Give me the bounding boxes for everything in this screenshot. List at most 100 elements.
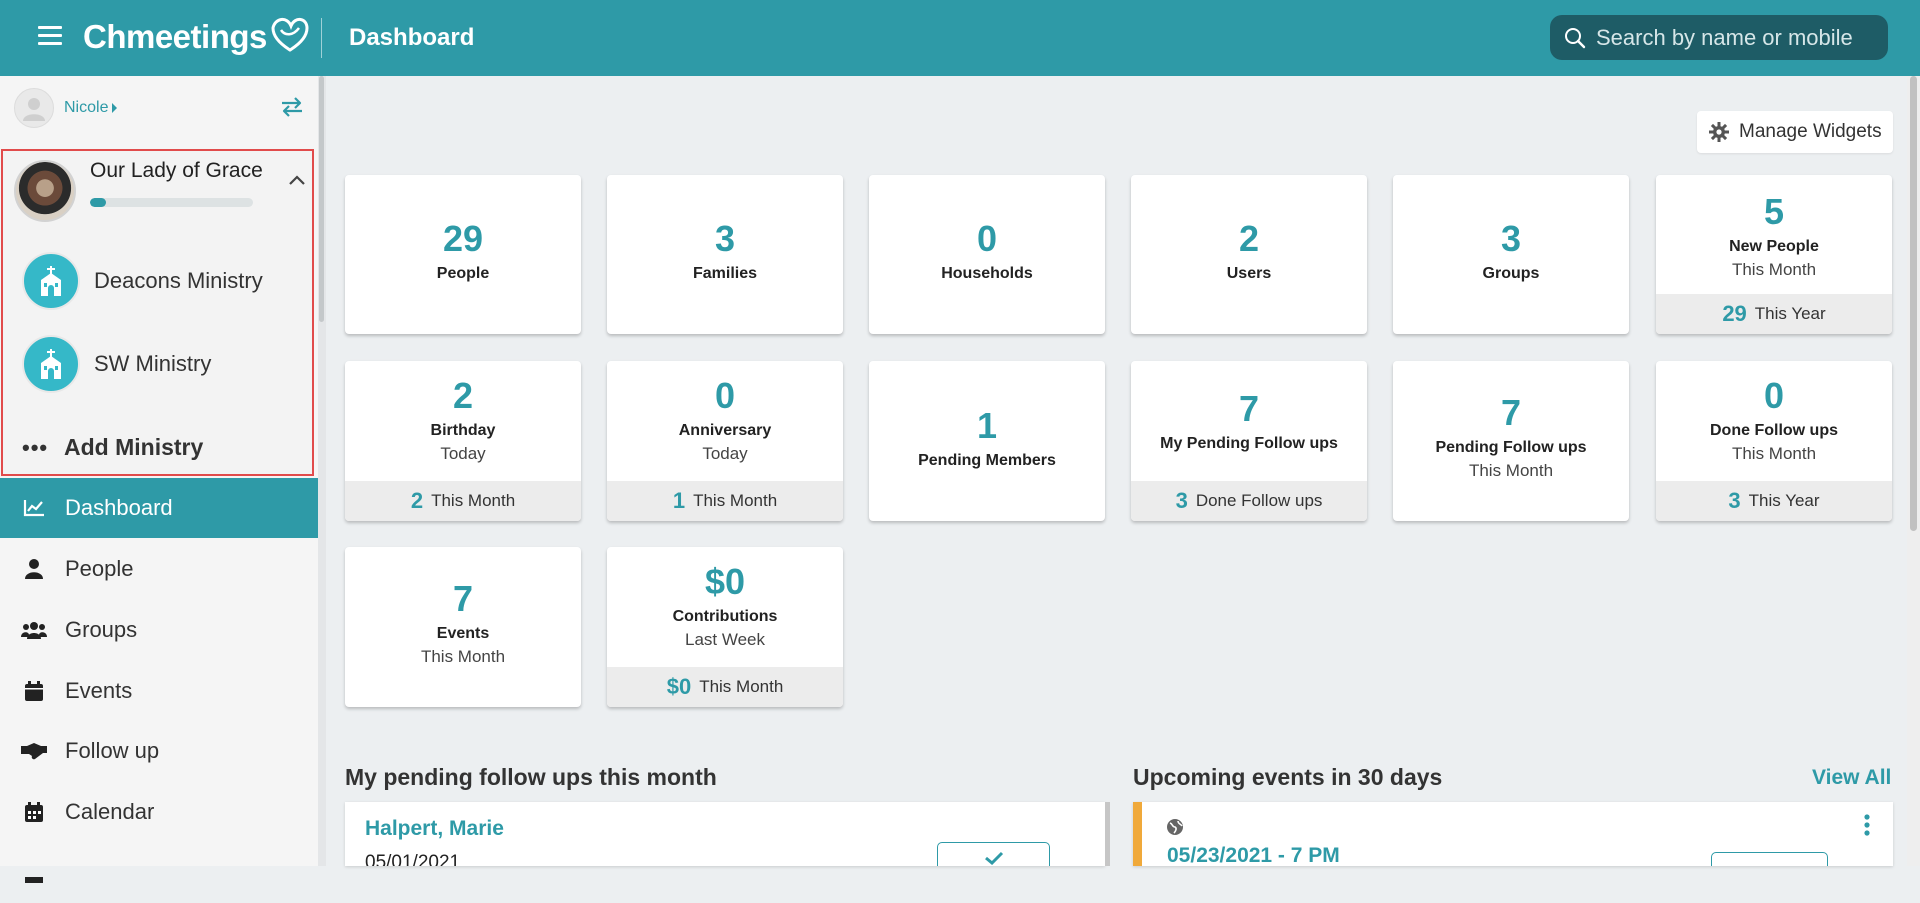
widget-footer-number: 3: [1175, 488, 1188, 513]
widget-number: 0: [976, 218, 998, 259]
calendar-grid-icon: [21, 802, 47, 822]
widget-pending-members[interactable]: 1 Pending Members: [869, 361, 1105, 521]
search-input[interactable]: [1594, 23, 1888, 52]
chart-line-icon: [21, 499, 47, 517]
globe-icon: [1166, 818, 1184, 841]
widget-label: Families: [692, 265, 758, 282]
widget-footer-label: This Year: [1748, 491, 1820, 510]
view-all-link[interactable]: View All: [1812, 766, 1891, 790]
church-name[interactable]: Our Lady of Grace: [90, 159, 263, 183]
caret-right-icon: [112, 103, 118, 113]
ministry-item-deacons[interactable]: Deacons Ministry: [22, 251, 263, 311]
event-date[interactable]: 05/23/2021 - 7 PM: [1167, 844, 1340, 866]
widget-footer: $0 This Month: [607, 667, 843, 707]
widget-label: Groups: [1482, 265, 1540, 282]
widget-number: 1: [976, 405, 998, 446]
widget-sublabel: Last Week: [684, 630, 765, 649]
widget-label: Contributions: [672, 608, 778, 625]
widget-label: Done Follow ups: [1710, 422, 1838, 439]
widget-users[interactable]: 2 Users: [1131, 175, 1367, 334]
widget-sublabel: Today: [702, 444, 748, 463]
widget-birthday[interactable]: 2 Birthday Today 2 This Month: [345, 361, 581, 521]
nav-label: Events: [65, 678, 133, 703]
mark-done-button[interactable]: [937, 842, 1050, 866]
nav-item-events[interactable]: Events: [0, 661, 318, 721]
widget-label: Anniversary: [678, 422, 772, 439]
nav-item-groups[interactable]: Groups: [0, 600, 318, 660]
hamburger-menu-icon[interactable]: [38, 26, 62, 46]
widget-people[interactable]: 29 People: [345, 175, 581, 334]
logo-bird-icon: [271, 18, 309, 52]
widget-label: Birthday: [430, 422, 496, 439]
widget-pending-followups[interactable]: 7 Pending Follow ups This Month: [1393, 361, 1629, 521]
event-action-button[interactable]: [1711, 852, 1828, 866]
church-avatar[interactable]: [14, 160, 76, 222]
widget-sublabel: This Month: [1731, 444, 1817, 463]
handshake-icon: [21, 742, 47, 760]
user-placeholder-icon: [23, 98, 45, 121]
church-icon: [22, 252, 80, 310]
event-item[interactable]: 05/23/2021 - 7 PM: [1133, 802, 1893, 866]
nav-item-dashboard[interactable]: Dashboard: [0, 478, 318, 538]
church-icon: [22, 335, 80, 393]
church-progress-fill: [90, 198, 107, 207]
chevron-up-icon[interactable]: [288, 173, 306, 191]
kebab-menu-icon[interactable]: [1864, 814, 1870, 841]
widget-footer-label: This Month: [693, 491, 778, 510]
widget-footer-label: This Month: [699, 677, 784, 696]
widget-number: 3: [1500, 218, 1522, 259]
widget-done-followups[interactable]: 0 Done Follow ups This Month 3 This Year: [1656, 361, 1892, 521]
main-scroll-thumb[interactable]: [1910, 76, 1917, 531]
user-menu[interactable]: Nicole: [14, 88, 118, 128]
widget-groups[interactable]: 3 Groups: [1393, 175, 1629, 334]
followup-person-name[interactable]: Halpert, Marie: [365, 817, 504, 841]
widget-events[interactable]: 7 Events This Month: [345, 547, 581, 707]
switch-arrows-icon[interactable]: [280, 96, 304, 123]
widget-label: Households: [941, 265, 1033, 282]
widget-households[interactable]: 0 Households: [869, 175, 1105, 334]
person-icon: [21, 559, 47, 579]
church-progress-bar: [90, 198, 253, 207]
event-accent-bar: [1133, 802, 1142, 866]
widget-my-pending-followups[interactable]: 7 My Pending Follow ups 3 Done Follow up…: [1131, 361, 1367, 521]
widget-label: People: [436, 265, 490, 282]
header-divider: [321, 18, 322, 58]
widget-footer: 3 This Year: [1656, 481, 1892, 521]
widget-contributions[interactable]: $0 Contributions Last Week $0 This Month: [607, 547, 843, 707]
widget-label: New People: [1729, 238, 1819, 255]
nav-item-people[interactable]: People: [0, 539, 318, 599]
nav-label: People: [65, 556, 134, 581]
events-section-title: Upcoming events in 30 days: [1133, 764, 1443, 790]
nav-label: Groups: [65, 617, 138, 642]
sidebar-scroll-thumb[interactable]: [319, 76, 324, 322]
manage-widgets-button[interactable]: Manage Widgets: [1697, 111, 1893, 153]
nav-item-calendar[interactable]: Calendar: [0, 782, 318, 842]
widget-families[interactable]: 3 Families: [607, 175, 843, 334]
main-scrollbar[interactable]: [1907, 76, 1920, 866]
sidebar-scrollbar[interactable]: [318, 76, 326, 866]
widget-footer-number: $0: [666, 674, 692, 699]
add-ministry-button[interactable]: ••• Add Ministry: [22, 434, 203, 461]
widget-number: 2: [452, 375, 474, 416]
followup-date: 05/01/2021: [365, 852, 461, 866]
search-box[interactable]: [1550, 15, 1888, 60]
nav-item-more[interactable]: [0, 843, 318, 903]
widget-footer-number: 2: [410, 488, 424, 513]
widget-label: Users: [1226, 265, 1272, 282]
widget-number: $0: [704, 561, 746, 602]
widget-number: 2: [1238, 218, 1260, 259]
widget-new-people[interactable]: 5 New People This Month 29 This Year: [1656, 175, 1892, 334]
followups-scrollbar[interactable]: [1105, 802, 1110, 866]
followup-item[interactable]: Halpert, Marie 05/01/2021: [345, 802, 1105, 866]
widget-footer: 3 Done Follow ups: [1131, 481, 1367, 521]
nav-label: Dashboard: [65, 495, 173, 520]
widget-number: 3: [714, 218, 736, 259]
widget-footer: 2 This Month: [345, 481, 581, 521]
widget-anniversary[interactable]: 0 Anniversary Today 1 This Month: [607, 361, 843, 521]
logo-text: Chmeetings: [83, 18, 267, 55]
ministry-item-sw[interactable]: SW Ministry: [22, 334, 211, 394]
app-logo[interactable]: Chmeetings: [83, 14, 311, 60]
nav-item-follow-up[interactable]: Follow up: [0, 721, 318, 781]
manage-widgets-label: Manage Widgets: [1739, 121, 1882, 142]
widget-footer-number: 1: [672, 488, 686, 513]
